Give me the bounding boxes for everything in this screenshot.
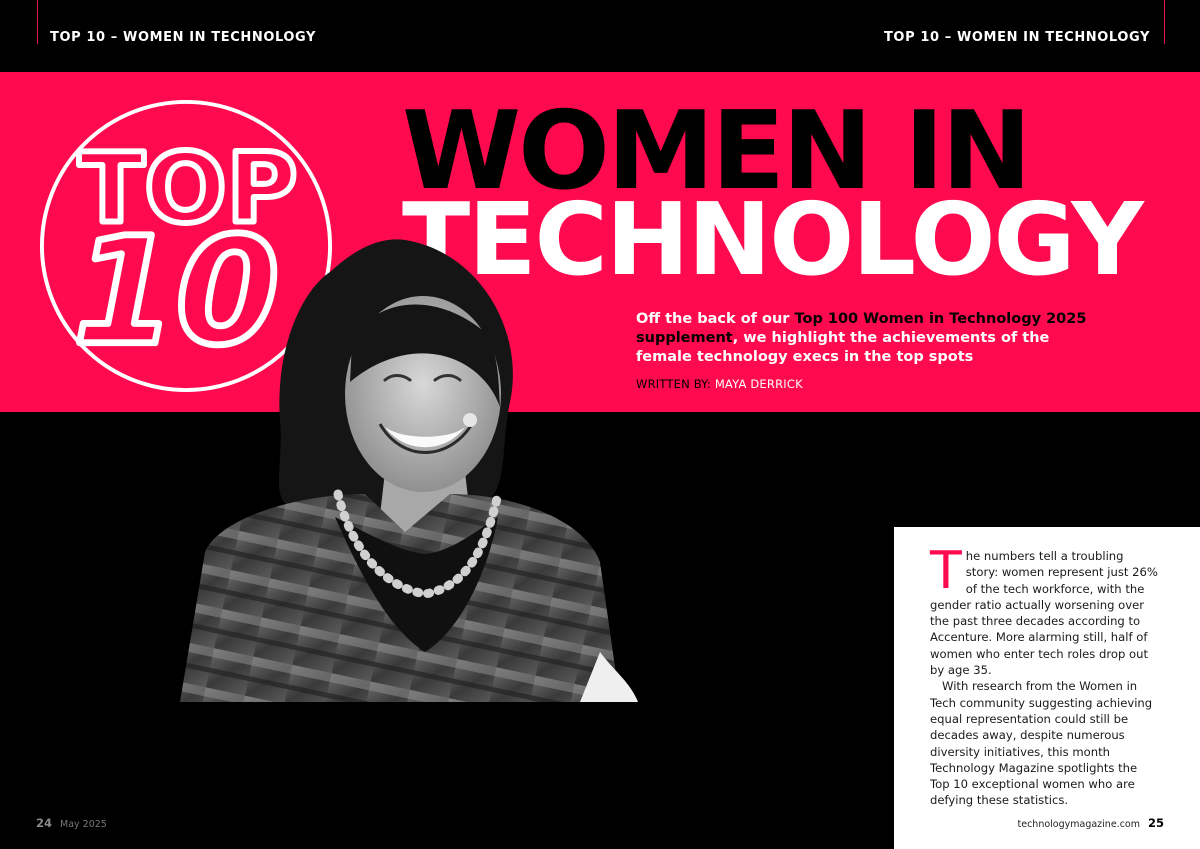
article-paragraph-2: With research from the Women in Tech com… — [930, 679, 1153, 808]
article-paragraph-1: The numbers tell a troubling story: wome… — [930, 541, 1158, 678]
folio-right: technologymagazine.com 25 — [1018, 816, 1165, 830]
issue-date: May 2025 — [60, 819, 107, 830]
website-url: technologymagazine.com — [1017, 819, 1140, 830]
running-head-left: TOP 10 – WOMEN IN TECHNOLOGY — [50, 30, 317, 45]
standfirst: Off the back of our Top 100 Women in Tec… — [636, 310, 1106, 367]
drop-cap: T — [930, 541, 962, 601]
header-rule-left — [37, 0, 38, 44]
magazine-spread: TOP 10 – WOMEN IN TECHNOLOGY TOP 10 – WO… — [0, 0, 1200, 849]
byline: WRITTEN BY: MAYA DERRICK — [636, 377, 803, 391]
standfirst-lead: Off the back of our — [636, 311, 795, 327]
portrait-photo — [180, 239, 638, 702]
running-head-right: TOP 10 – WOMEN IN TECHNOLOGY — [883, 30, 1150, 45]
page-number-right: 25 — [1147, 816, 1164, 830]
byline-author: MAYA DERRICK — [714, 377, 803, 391]
paragraph-1-text: he numbers tell a troubling story: women… — [930, 549, 1158, 678]
byline-label: WRITTEN BY: — [636, 377, 715, 391]
article-body: The numbers tell a troubling story: wome… — [930, 541, 1158, 809]
page-number-left: 24 — [36, 816, 53, 830]
header-rule-right — [1164, 0, 1165, 44]
folio-left: 24 May 2025 — [36, 816, 107, 830]
